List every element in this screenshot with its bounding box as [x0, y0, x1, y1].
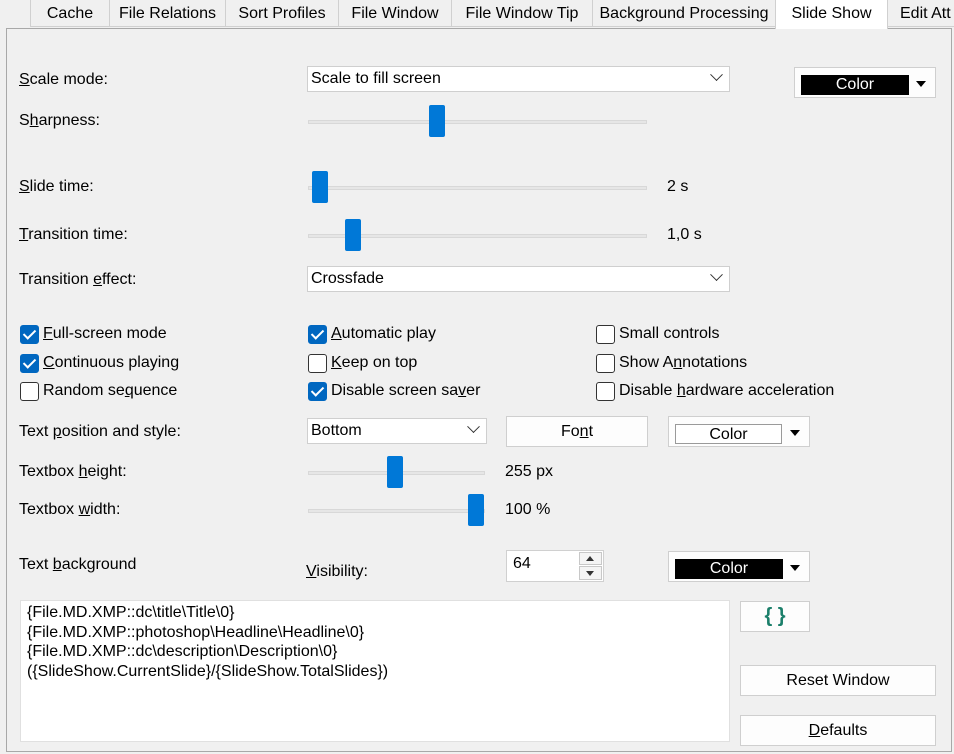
automatic-play-label[interactable]: Automatic play	[331, 325, 436, 343]
tab-background-processing[interactable]: Background Processing	[592, 0, 776, 27]
tab-sort-profiles[interactable]: Sort Profiles	[225, 0, 339, 27]
scale-mode-select[interactable]: Scale to fill screen	[307, 66, 730, 92]
small-controls-label[interactable]: Small controls	[619, 325, 719, 343]
slide-time-value: 2 s	[667, 178, 689, 195]
spin-down-button[interactable]	[579, 566, 602, 580]
tab-file-window[interactable]: File Window	[338, 0, 452, 27]
scale-mode-label: Scale mode:	[19, 71, 108, 88]
textbox-height-value: 255 px	[505, 463, 554, 480]
disable-screensaver-label[interactable]: Disable screen saver	[331, 382, 480, 400]
automatic-play-checkbox[interactable]	[308, 325, 327, 344]
transition-effect-label: Transition effect:	[19, 271, 137, 288]
visibility-spinbox[interactable]: 64	[506, 550, 604, 582]
text-background-color-button[interactable]: Color	[668, 551, 810, 582]
transition-effect-select[interactable]: Crossfade	[307, 266, 730, 292]
color-swatch: Color	[801, 75, 909, 95]
text-color-button[interactable]: Color	[668, 416, 810, 447]
arrow-down-icon	[586, 571, 594, 576]
defaults-button[interactable]: Defaults	[740, 715, 936, 746]
slide-time-slider[interactable]	[312, 171, 328, 203]
textbox-height-slider[interactable]	[387, 456, 403, 488]
arrow-up-icon	[586, 556, 594, 561]
text-position-label: Text position and style:	[19, 423, 181, 440]
transition-time-slider[interactable]	[345, 219, 361, 251]
dropdown-arrow-icon	[916, 81, 926, 87]
keep-on-top-label[interactable]: Keep on top	[331, 354, 417, 372]
sharpness-label: Sharpness:	[19, 112, 100, 129]
disable-hw-accel-checkbox[interactable]	[596, 382, 615, 401]
show-annotations-label[interactable]: Show Annotations	[619, 354, 747, 372]
chevron-down-icon	[710, 268, 723, 282]
disable-hw-accel-label[interactable]: Disable hardware acceleration	[619, 382, 834, 400]
tab-edit-attributes[interactable]: Edit Att	[887, 0, 954, 27]
text-position-select[interactable]: Bottom	[307, 418, 487, 444]
tab-bar: Cache File Relations Sort Profiles File …	[0, 0, 954, 29]
sharpness-slider[interactable]	[429, 105, 445, 137]
small-controls-checkbox[interactable]	[596, 325, 615, 344]
slide-time-label: Slide time:	[19, 178, 94, 195]
textbox-width-value: 100 %	[505, 501, 551, 518]
transition-time-value: 1,0 s	[667, 226, 702, 243]
textbox-width-slider[interactable]	[468, 494, 484, 526]
text-background-label: Text background	[19, 556, 137, 573]
textbox-width-label: Textbox width:	[19, 501, 121, 518]
font-button[interactable]: Font	[506, 416, 648, 447]
random-sequence-label[interactable]: Random sequence	[43, 382, 177, 400]
sharpness-track	[308, 120, 647, 124]
chevron-down-icon	[467, 420, 480, 434]
continuous-playing-checkbox[interactable]	[20, 354, 39, 373]
tab-cache[interactable]: Cache	[30, 0, 110, 27]
tab-file-relations[interactable]: File Relations	[109, 0, 226, 27]
background-color-button[interactable]: Color	[794, 67, 936, 98]
spin-up-button[interactable]	[579, 552, 602, 565]
continuous-playing-label[interactable]: Continuous playing	[43, 354, 179, 372]
color-swatch: Color	[675, 559, 783, 579]
random-sequence-checkbox[interactable]	[20, 382, 39, 401]
template-textarea[interactable]: {File.MD.XMP::dc\title\Title\0} {File.MD…	[20, 600, 730, 742]
fullscreen-label[interactable]: Full-screen mode	[43, 325, 167, 343]
tab-slide-show[interactable]: Slide Show	[775, 0, 888, 29]
show-annotations-checkbox[interactable]	[596, 354, 615, 373]
tab-file-window-tip[interactable]: File Window Tip	[451, 0, 593, 27]
fullscreen-checkbox[interactable]	[20, 325, 39, 344]
color-swatch: Color	[675, 424, 782, 444]
textbox-width-track	[308, 509, 485, 513]
textbox-height-label: Textbox height:	[19, 463, 127, 480]
dropdown-arrow-icon	[790, 565, 800, 571]
disable-screensaver-checkbox[interactable]	[308, 382, 327, 401]
transition-time-label: Transition time:	[19, 226, 128, 243]
slide-time-track	[308, 186, 647, 190]
visibility-value[interactable]: 64	[513, 555, 531, 573]
dropdown-arrow-icon	[790, 430, 800, 436]
insert-placeholder-button[interactable]: { }	[740, 601, 810, 632]
keep-on-top-checkbox[interactable]	[308, 354, 327, 373]
reset-window-button[interactable]: Reset Window	[740, 665, 936, 696]
chevron-down-icon	[710, 68, 723, 82]
visibility-label: Visibility:	[306, 563, 368, 580]
